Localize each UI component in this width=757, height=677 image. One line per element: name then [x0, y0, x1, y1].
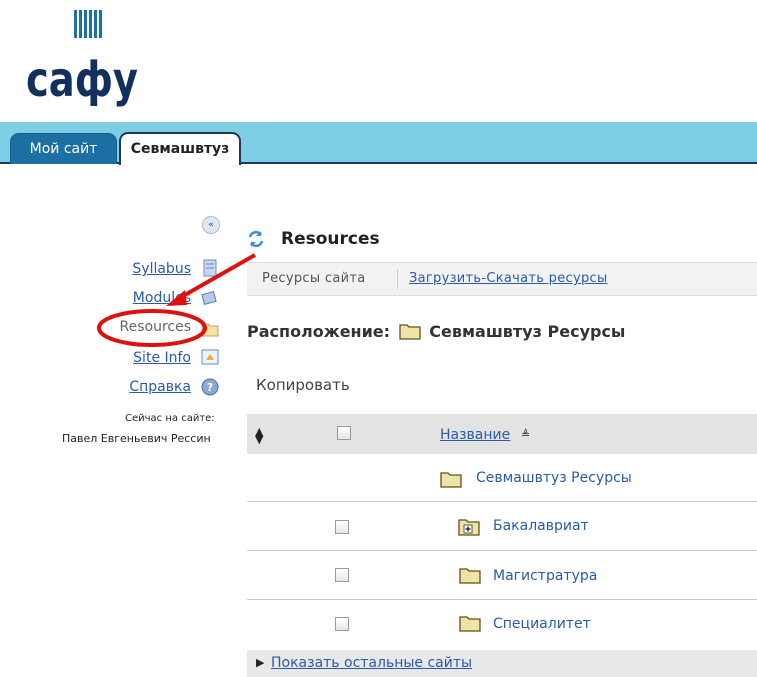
- annotation-ellipse: [97, 309, 207, 347]
- annotation-arrow-head: [166, 290, 187, 306]
- annotation-arrow-line: [175, 253, 256, 302]
- annotation-overlay: [97, 253, 256, 347]
